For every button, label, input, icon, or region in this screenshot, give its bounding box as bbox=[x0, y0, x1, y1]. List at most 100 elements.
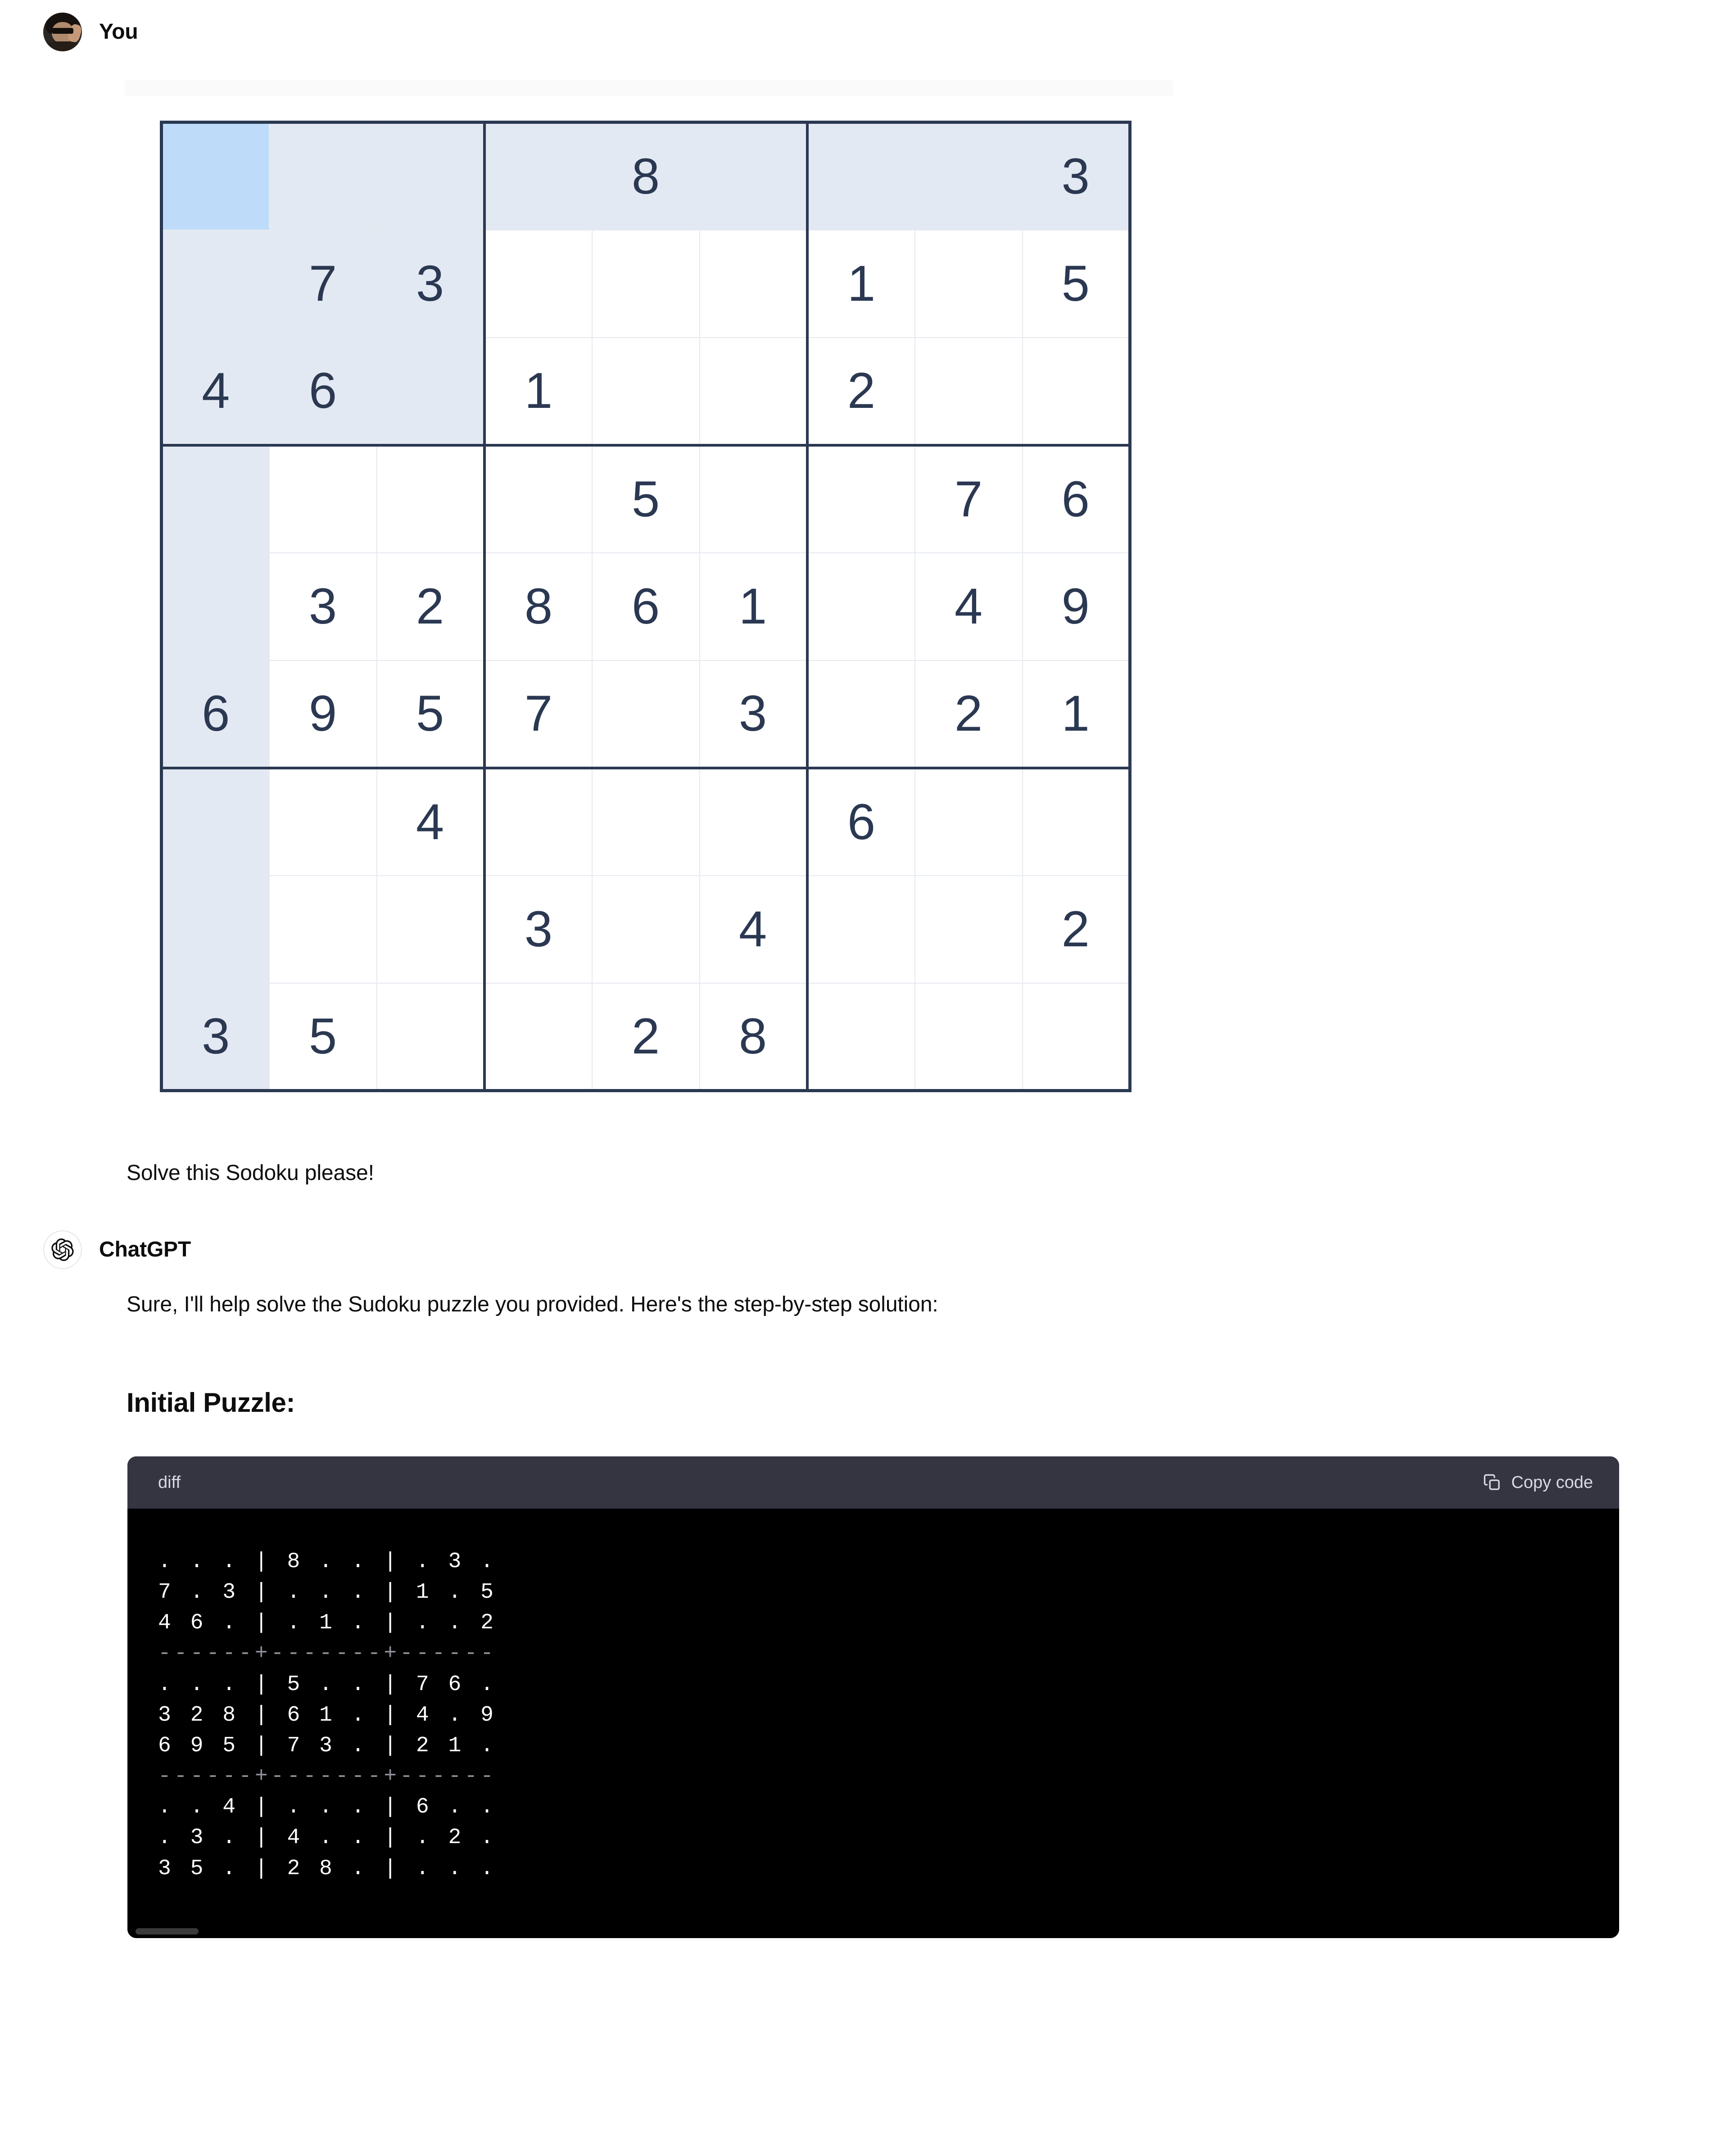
sudoku-cell-r7c9[interactable] bbox=[1022, 766, 1131, 876]
sudoku-cell-r7c3[interactable]: 4 bbox=[376, 766, 485, 876]
sudoku-cell-r1c1[interactable] bbox=[161, 122, 270, 231]
sudoku-cell-r9c4[interactable] bbox=[483, 982, 593, 1091]
sudoku-cell-r6c5[interactable] bbox=[591, 660, 700, 768]
sudoku-cell-r3c9[interactable] bbox=[1022, 337, 1131, 446]
sudoku-cell-r2c5[interactable] bbox=[591, 229, 700, 338]
sudoku-cell-r4c2[interactable] bbox=[268, 443, 377, 553]
sudoku-cell-r1c8[interactable] bbox=[914, 122, 1023, 231]
user-prompt-text: Solve this Sodoku please! bbox=[127, 1161, 374, 1185]
sudoku-cell-r8c1[interactable] bbox=[161, 875, 270, 984]
assistant-intro-text: Sure, I'll help solve the Sudoku puzzle … bbox=[127, 1293, 938, 1316]
sudoku-row: 35 28 bbox=[161, 982, 1131, 1091]
sudoku-cell-r4c5[interactable]: 5 bbox=[591, 443, 700, 553]
sudoku-cell-r7c2[interactable] bbox=[268, 766, 377, 876]
sudoku-cell-r1c9[interactable]: 3 bbox=[1022, 122, 1131, 231]
sudoku-cell-r8c3[interactable] bbox=[376, 875, 485, 984]
sudoku-cell-r1c5[interactable]: 8 bbox=[591, 122, 700, 231]
sudoku-cell-r6c9[interactable]: 1 bbox=[1022, 660, 1131, 768]
sudoku-row: 5 76 bbox=[161, 443, 1131, 553]
sudoku-cell-r3c2[interactable]: 6 bbox=[268, 337, 377, 446]
sudoku-cell-r3c6[interactable] bbox=[699, 337, 808, 446]
sudoku-cell-r4c9[interactable]: 6 bbox=[1022, 443, 1131, 553]
openai-logo-icon bbox=[43, 1230, 82, 1269]
sudoku-cell-r6c7[interactable] bbox=[806, 660, 915, 768]
chat-page: You 837315461257632861496957321463423528… bbox=[0, 0, 1729, 2156]
sudoku-cell-r8c9[interactable]: 2 bbox=[1022, 875, 1131, 984]
sudoku-cell-r2c9[interactable]: 5 bbox=[1022, 229, 1131, 338]
sudoku-cell-r5c8[interactable]: 4 bbox=[914, 552, 1023, 661]
sudoku-cell-r9c8[interactable] bbox=[914, 982, 1023, 1091]
sudoku-cell-r5c7[interactable] bbox=[806, 552, 915, 661]
sudoku-cell-r4c6[interactable] bbox=[699, 443, 808, 553]
sudoku-cell-r3c8[interactable] bbox=[914, 337, 1023, 446]
sudoku-cell-r8c4[interactable]: 3 bbox=[483, 875, 593, 984]
sudoku-cell-r4c7[interactable] bbox=[806, 443, 915, 553]
sudoku-cell-r6c4[interactable]: 7 bbox=[483, 660, 593, 768]
sudoku-cell-r2c7[interactable]: 1 bbox=[806, 229, 915, 338]
sudoku-cell-r3c4[interactable]: 1 bbox=[483, 337, 593, 446]
sudoku-cell-r7c1[interactable] bbox=[161, 766, 270, 876]
sudoku-cell-r7c7[interactable]: 6 bbox=[806, 766, 915, 876]
code-line: 4 6 . | . 1 . | . . 2 bbox=[158, 1611, 497, 1636]
sudoku-cell-r9c7[interactable] bbox=[806, 982, 915, 1091]
sudoku-cell-r7c6[interactable] bbox=[699, 766, 808, 876]
sudoku-cell-r4c8[interactable]: 7 bbox=[914, 443, 1023, 553]
sudoku-cell-r6c3[interactable]: 5 bbox=[376, 660, 485, 768]
sudoku-cell-r3c7[interactable]: 2 bbox=[806, 337, 915, 446]
code-block-header: diff Copy code bbox=[127, 1456, 1619, 1509]
sudoku-cell-r2c2[interactable]: 7 bbox=[268, 229, 377, 338]
copy-code-button[interactable]: Copy code bbox=[1483, 1473, 1593, 1492]
sudoku-cell-r2c1[interactable] bbox=[161, 229, 270, 338]
sudoku-cell-r6c2[interactable]: 9 bbox=[268, 660, 377, 768]
sudoku-cell-r9c9[interactable] bbox=[1022, 982, 1131, 1091]
sudoku-cell-r5c4[interactable]: 8 bbox=[483, 552, 593, 661]
sudoku-cell-r2c3[interactable]: 3 bbox=[376, 229, 485, 338]
sudoku-cell-r5c6[interactable]: 1 bbox=[699, 552, 808, 661]
sudoku-cell-r2c6[interactable] bbox=[699, 229, 808, 338]
sudoku-cell-r4c1[interactable] bbox=[161, 443, 270, 553]
sudoku-cell-r8c5[interactable] bbox=[591, 875, 700, 984]
sudoku-cell-r9c2[interactable]: 5 bbox=[268, 982, 377, 1091]
sudoku-cell-r5c9[interactable]: 9 bbox=[1022, 552, 1131, 661]
code-language-label: diff bbox=[158, 1473, 181, 1492]
sudoku-cell-r4c3[interactable] bbox=[376, 443, 485, 553]
assistant-author-name: ChatGPT bbox=[99, 1238, 191, 1261]
sudoku-cell-r1c4[interactable] bbox=[483, 122, 593, 231]
sudoku-cell-r3c3[interactable] bbox=[376, 337, 485, 446]
sudoku-cell-r9c3[interactable] bbox=[376, 982, 485, 1091]
user-avatar bbox=[43, 13, 82, 51]
code-line: . 3 . | 4 . . | . 2 . bbox=[158, 1826, 497, 1850]
sudoku-cell-r9c1[interactable]: 3 bbox=[161, 982, 270, 1091]
sudoku-cell-r1c3[interactable] bbox=[376, 122, 485, 231]
sudoku-cell-r4c4[interactable] bbox=[483, 443, 593, 553]
sudoku-cell-r9c5[interactable]: 2 bbox=[591, 982, 700, 1091]
sudoku-cell-r5c5[interactable]: 6 bbox=[591, 552, 700, 661]
sudoku-cell-r2c4[interactable] bbox=[483, 229, 593, 338]
sudoku-cell-r8c7[interactable] bbox=[806, 875, 915, 984]
sudoku-cell-r9c6[interactable]: 8 bbox=[699, 982, 808, 1091]
sudoku-cell-r3c1[interactable]: 4 bbox=[161, 337, 270, 446]
code-line: 3 5 . | 2 8 . | . . . bbox=[158, 1856, 497, 1881]
sudoku-cell-r6c8[interactable]: 2 bbox=[914, 660, 1023, 768]
copy-icon bbox=[1483, 1473, 1501, 1492]
sudoku-cell-r7c5[interactable] bbox=[591, 766, 700, 876]
sudoku-cell-r8c2[interactable] bbox=[268, 875, 377, 984]
sudoku-table[interactable]: 837315461257632861496957321463423528 bbox=[160, 121, 1132, 1092]
sudoku-cell-r5c1[interactable] bbox=[161, 552, 270, 661]
code-horizontal-scrollbar[interactable] bbox=[136, 1928, 199, 1935]
sudoku-cell-r2c8[interactable] bbox=[914, 229, 1023, 338]
sudoku-cell-r7c4[interactable] bbox=[483, 766, 593, 876]
sudoku-grid[interactable]: 837315461257632861496957321463423528 bbox=[160, 121, 1132, 1092]
sudoku-cell-r1c7[interactable] bbox=[806, 122, 915, 231]
sudoku-row: 34 2 bbox=[161, 875, 1131, 984]
sudoku-cell-r8c6[interactable]: 4 bbox=[699, 875, 808, 984]
sudoku-cell-r8c8[interactable] bbox=[914, 875, 1023, 984]
sudoku-cell-r3c5[interactable] bbox=[591, 337, 700, 446]
sudoku-cell-r1c6[interactable] bbox=[699, 122, 808, 231]
sudoku-cell-r1c2[interactable] bbox=[268, 122, 377, 231]
sudoku-cell-r6c6[interactable]: 3 bbox=[699, 660, 808, 768]
sudoku-cell-r7c8[interactable] bbox=[914, 766, 1023, 876]
sudoku-cell-r6c1[interactable]: 6 bbox=[161, 660, 270, 768]
sudoku-cell-r5c3[interactable]: 2 bbox=[376, 552, 485, 661]
sudoku-cell-r5c2[interactable]: 3 bbox=[268, 552, 377, 661]
